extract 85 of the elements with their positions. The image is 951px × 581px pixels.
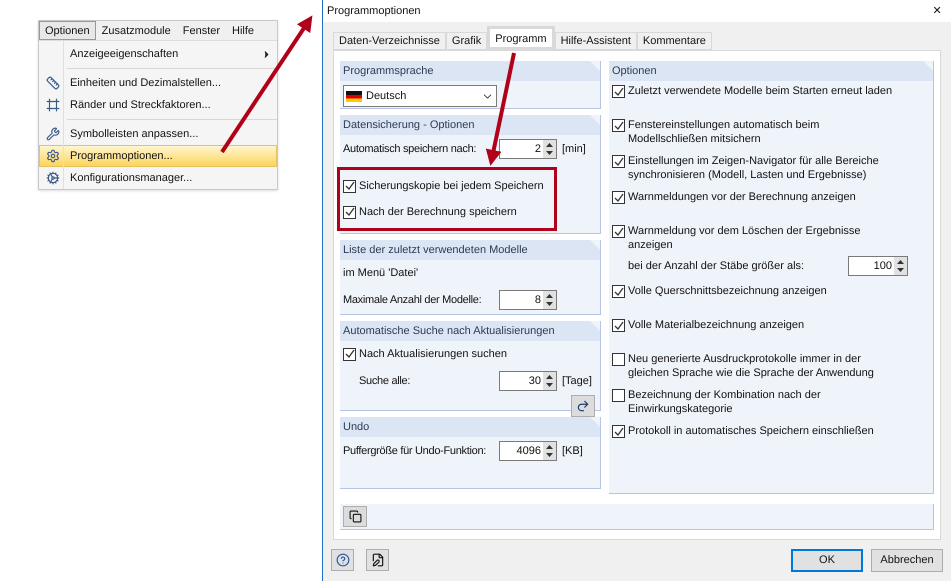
field-label: Suche alle: (359, 374, 410, 389)
menu-bar-item[interactable]: Optionen (39, 21, 96, 40)
menu-note: im Menü 'Datei' (343, 266, 418, 281)
group-title: Undo (343, 420, 370, 435)
option-label: Fenstereinstellungen automatisch beim Modellschließen mitsichern (628, 118, 820, 146)
dialog-button[interactable]: Abbrechen (871, 548, 943, 572)
option-label: Volle Querschnittsbezeichnung anzeigen (628, 284, 828, 298)
window-title: Programmoptionen (327, 4, 421, 19)
group-title: Liste der zuletzt verwendeten Modelle (343, 242, 528, 258)
unit-label: [Tage] (562, 374, 592, 387)
checkbox-label: Nach der Berechnung speichern (359, 204, 517, 220)
spinner-icon[interactable] (894, 257, 907, 275)
help-button[interactable] (331, 549, 354, 571)
tab[interactable]: Daten-Verzeichnisse (333, 32, 446, 50)
option-label: Warnmeldung vor dem Löschen der Ergebnisse anzeigen (628, 224, 862, 252)
copy-icon (348, 510, 362, 523)
checkbox[interactable] (343, 206, 356, 218)
menu-bar-item[interactable]: Zusatzmodule (96, 21, 177, 40)
tab[interactable]: Programm (487, 26, 555, 50)
checkbox-label: Nach Aktualisierungen suchen (359, 346, 507, 362)
option-label: Volle Materialbezeichnung anzeigen (628, 318, 806, 332)
spin-field[interactable]: 2 (499, 139, 557, 159)
ruler-icon (46, 76, 60, 90)
checkbox[interactable] (612, 119, 625, 132)
group-title: Programmsprache (343, 64, 434, 79)
checkbox[interactable] (612, 389, 625, 402)
group-title: Datensicherung - Optionen (343, 118, 474, 133)
option-label: Zuletzt verwendete Modelle beim Starten erneut laden (628, 84, 894, 98)
tab[interactable]: Hilfe-Assistent (554, 32, 637, 50)
tab[interactable]: Kommentare (636, 32, 712, 50)
checkbox-label: Sicherungskopie bei jedem Speichern (359, 178, 544, 194)
spin-field[interactable]: 30 (499, 371, 557, 391)
checkbox[interactable] (612, 425, 625, 438)
checkbox[interactable] (343, 180, 356, 192)
checkbox[interactable] (343, 348, 356, 360)
unit-label: [min] (562, 142, 586, 155)
spinner-icon[interactable] (543, 140, 556, 158)
group-title: Automatische Suche nach Aktualisierungen (343, 324, 555, 339)
option-label: Neu generierte Ausdruckprotokolle immer in der gleichen Sprache wie die Sprache der Anwendung (628, 352, 875, 380)
copy-button[interactable] (343, 506, 367, 527)
help-icon (336, 553, 350, 567)
field-label: Automatisch speichern nach: (343, 142, 476, 157)
option-label: Protokoll in automatisches Speichern einschließen (628, 424, 875, 438)
spinner-icon[interactable] (543, 442, 556, 460)
option-label: Warnmeldungen vor der Berechnung anzeigen (628, 190, 857, 204)
close-button[interactable]: ✕ (927, 2, 947, 20)
option-label: Bezeichnung der Kombination nach der Einwirkungskategorie (628, 388, 822, 416)
dialog-button[interactable]: OK (791, 548, 863, 572)
field-label: bei der Anzahl der Stäbe größer als: (628, 258, 806, 274)
checkbox[interactable] (612, 319, 625, 332)
unit-label: [KB] (562, 444, 583, 457)
menu-item[interactable]: Einheiten und Dezimalstellen... (39, 72, 277, 94)
option-label: Einstellungen im Zeigen-Navigator für alle Bereiche synchronisieren (Modell, Lasten und Ergebnisse) (628, 154, 880, 182)
spin-field[interactable]: 4096 (499, 441, 557, 461)
checkbox[interactable] (612, 191, 625, 204)
redo-icon (576, 399, 590, 413)
checkbox[interactable] (612, 285, 625, 298)
field-label: Maximale Anzahl der Modelle: (343, 292, 482, 308)
wrench-icon (46, 127, 60, 141)
spin-field[interactable]: 8 (499, 290, 557, 310)
spinner-icon[interactable] (543, 372, 556, 390)
flag-icon (346, 90, 362, 102)
update-button[interactable] (571, 395, 595, 417)
gear-icon (46, 149, 60, 163)
spin-field[interactable]: 100 (848, 256, 908, 276)
menu-item[interactable]: Ränder und Streckfaktoren... (39, 94, 277, 116)
tab[interactable]: Grafik (446, 32, 488, 50)
edit-button[interactable] (366, 549, 389, 571)
menu-item[interactable]: Programmoptionen... (39, 145, 277, 167)
menu-item[interactable]: Konfigurationsmanager... (39, 167, 277, 189)
menu-item[interactable]: Symbolleisten anpassen... (39, 123, 277, 145)
menu-bar-item[interactable]: Fenster (176, 21, 226, 40)
checkbox[interactable] (612, 155, 625, 168)
menu-bar-item[interactable]: Hilfe (226, 21, 260, 40)
edit-icon (370, 553, 384, 567)
checkbox[interactable] (612, 225, 625, 238)
frame-icon (46, 98, 60, 112)
language-dropdown[interactable]: Deutsch (343, 85, 497, 107)
checkbox[interactable] (612, 85, 625, 98)
checkbox[interactable] (612, 353, 625, 366)
menu-item[interactable]: Anzeigeeigenschaften (39, 43, 277, 65)
field-label: Puffergröße für Undo-Funktion: (343, 444, 486, 459)
gears-icon (46, 171, 60, 185)
group-title: Optionen (612, 64, 657, 79)
spinner-icon[interactable] (543, 291, 556, 309)
